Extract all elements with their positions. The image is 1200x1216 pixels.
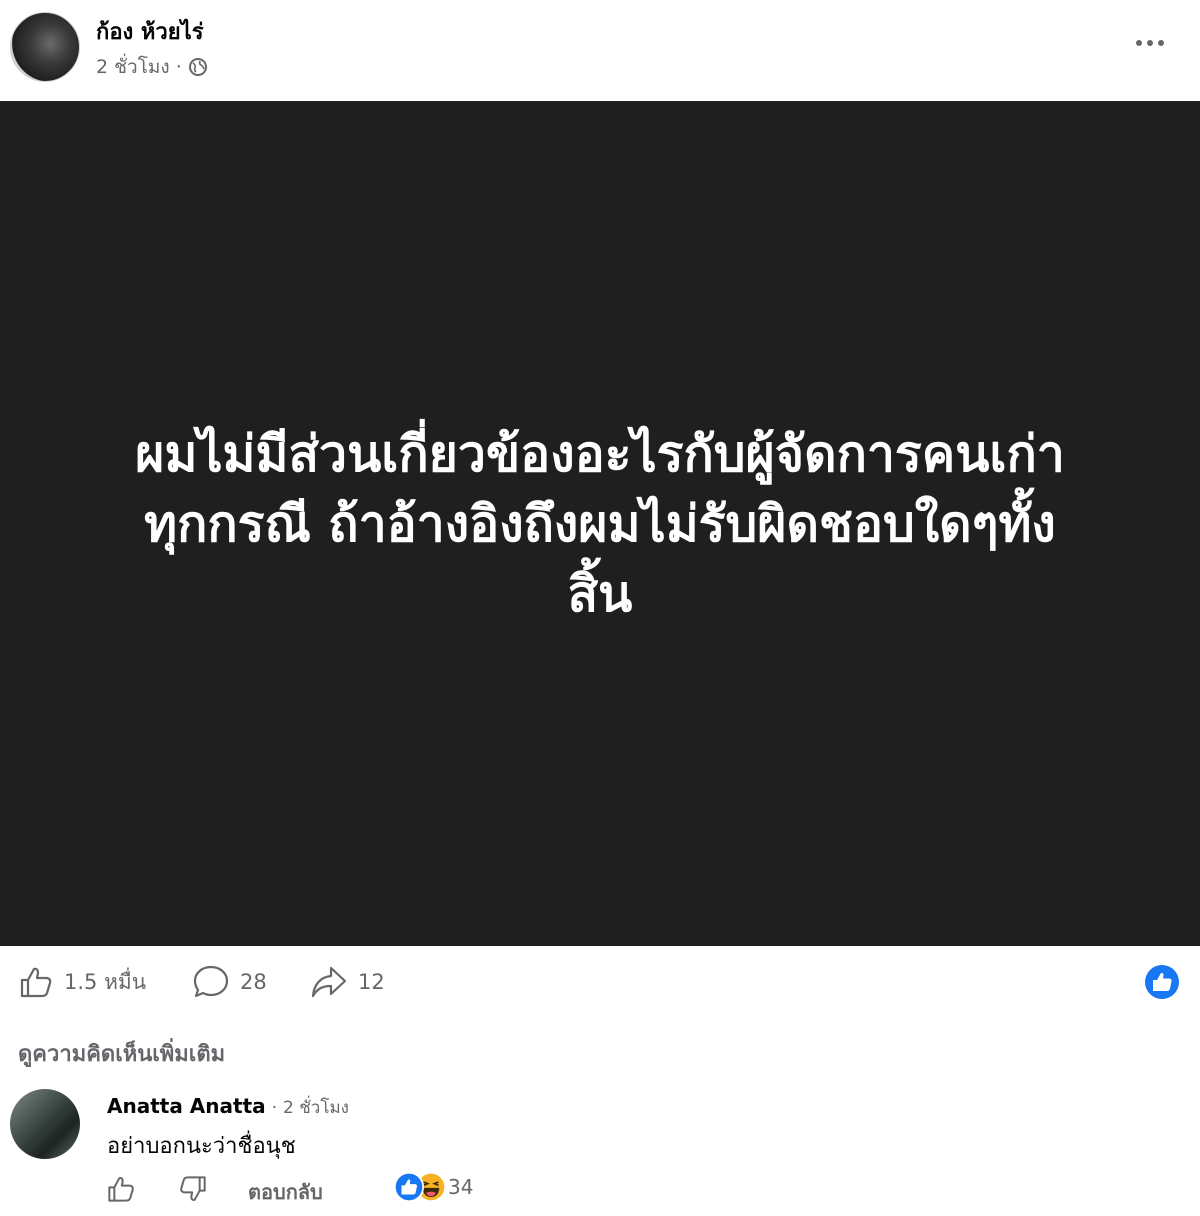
commenter-name[interactable]: Anatta Anatta (107, 1094, 266, 1118)
post-time[interactable]: 2 ชั่วโมง (96, 52, 170, 82)
image-text-line: สิ้น (567, 564, 633, 623)
post-meta: 2 ชั่วโมง · (96, 52, 208, 82)
comment-like-button[interactable] (106, 1174, 136, 1204)
comment-actions: ตอบกลับ 34 (0, 1168, 1200, 1212)
author-name[interactable]: ก้อง ห้วยไร่ (96, 14, 204, 49)
like-count: 1.5 หมื่น (64, 969, 147, 994)
author-avatar[interactable] (10, 12, 80, 82)
comment-button[interactable]: 28 (192, 964, 267, 1000)
like-reaction-icon (394, 1172, 424, 1202)
image-text-line: ผมไม่มีส่วนเกี่ยวข้องอะไรกับผู้จัดการคนเ… (135, 424, 1065, 483)
post-header: ก้อง ห้วยไร่ 2 ชั่วโมง · (0, 0, 1200, 101)
more-options-icon[interactable] (1132, 30, 1168, 56)
comment-text: อย่าบอกนะว่าชื่อนุช (107, 1134, 296, 1159)
comment-time[interactable]: 2 ชั่วโมง (283, 1094, 349, 1121)
share-count: 12 (358, 970, 385, 994)
thumbs-up-icon (106, 1174, 136, 1204)
like-reaction-icon[interactable] (1144, 964, 1180, 1000)
image-text-line: ทุกกรณี ถ้าอ้างอิงถึงผมไม่รับผิดชอบใดๆทั… (144, 494, 1056, 553)
comment-count: 28 (240, 970, 267, 994)
thumbs-up-icon (18, 964, 54, 1000)
comment-dislike-button[interactable] (178, 1174, 208, 1204)
like-button[interactable]: 1.5 หมื่น (18, 964, 146, 1000)
comment-header: Anatta Anatta · 2 ชั่วโมง (107, 1094, 349, 1121)
thumbs-down-icon (178, 1174, 208, 1204)
post-image[interactable]: ผมไม่มีส่วนเกี่ยวข้องอะไรกับผู้จัดการคนเ… (0, 101, 1200, 946)
comment-bubble-icon (192, 964, 230, 1000)
post-image-text: ผมไม่มีส่วนเกี่ยวข้องอะไรกับผู้จัดการคนเ… (60, 419, 1140, 629)
share-button[interactable]: 12 (310, 964, 385, 1000)
meta-separator: · (175, 56, 182, 78)
commenter-avatar[interactable] (10, 1089, 80, 1159)
globe-icon (188, 57, 208, 77)
reply-button[interactable]: ตอบกลับ (248, 1176, 323, 1208)
post-action-bar: 1.5 หมื่น 28 12 (0, 946, 1200, 1022)
comment-separator: · (271, 1098, 278, 1118)
reaction-count: 34 (448, 1175, 474, 1199)
share-arrow-icon (310, 964, 348, 1000)
comment-reactions[interactable]: 34 (394, 1172, 473, 1202)
view-more-comments-link[interactable]: ดูความคิดเห็นเพิ่มเติม (18, 1036, 225, 1071)
reply-label: ตอบกลับ (248, 1180, 323, 1204)
